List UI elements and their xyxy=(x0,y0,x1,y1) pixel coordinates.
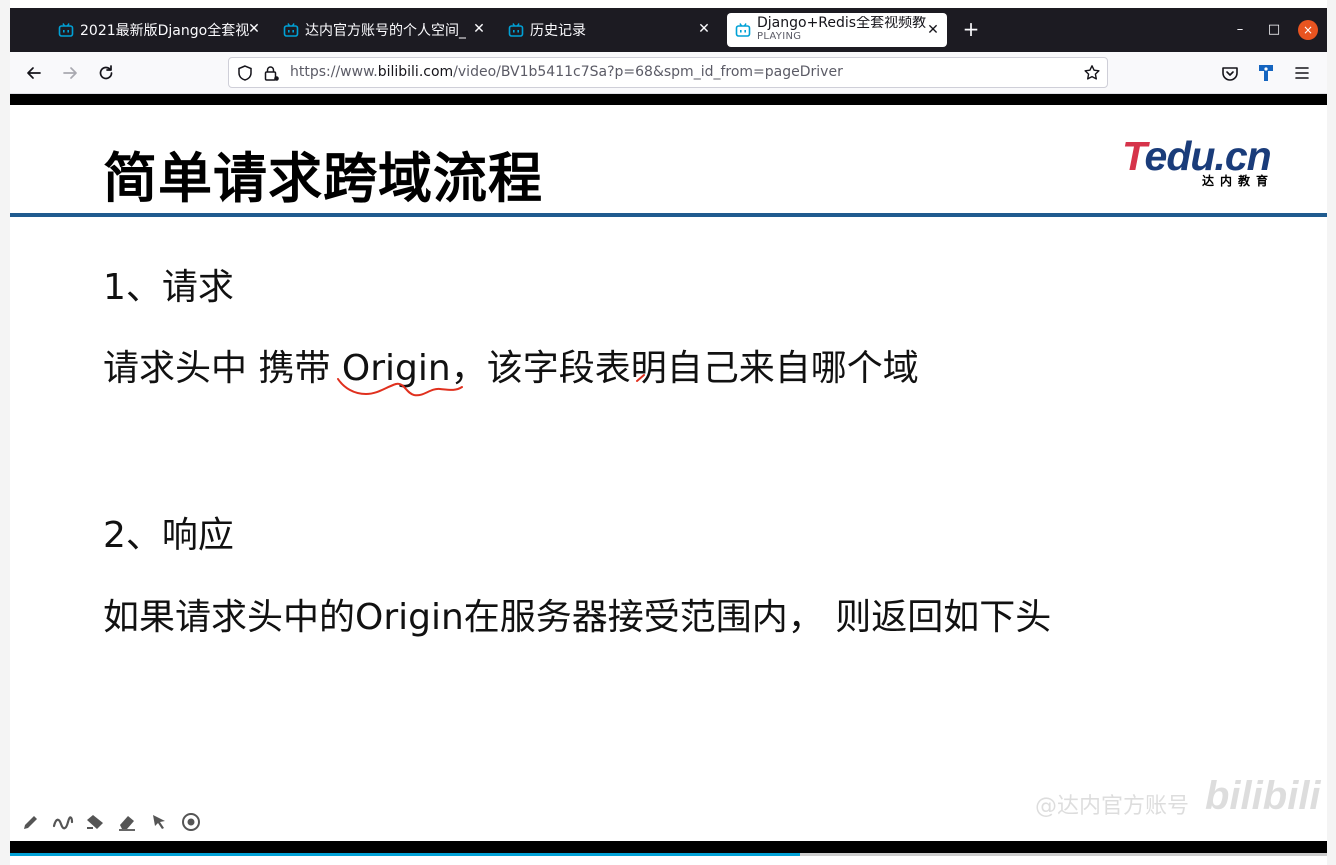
slide-title: 简单请求跨域流程 xyxy=(103,147,543,210)
desktop-edge-left xyxy=(0,0,10,865)
bilibili-watermark: @达内官方账号 bilibili xyxy=(1035,774,1321,824)
eraser-icon[interactable] xyxy=(116,811,138,833)
slide-line-request-heading: 1、请求 xyxy=(103,267,234,308)
extension-icon[interactable] xyxy=(1255,62,1277,84)
letterbox-top xyxy=(10,94,1327,105)
slide-line-origin-header: 请求头中 携带 Origin，该字段表明自己来自哪个域 xyxy=(103,348,919,389)
tab-title: 达内官方账号的个人空间_ xyxy=(305,23,466,39)
pointer-icon[interactable] xyxy=(148,811,170,833)
close-tab-icon[interactable]: ✕ xyxy=(696,21,712,37)
lock-icon[interactable] xyxy=(262,64,280,82)
tab-title: 历史记录 xyxy=(530,23,586,39)
tab-tedu-space[interactable]: 达内官方账号的个人空间_ ✕ xyxy=(283,8,493,52)
tab-django-course[interactable]: 2021最新版Django全套视 ✕ xyxy=(58,8,268,52)
shield-icon[interactable] xyxy=(236,64,254,82)
close-tab-icon[interactable]: ✕ xyxy=(246,21,262,37)
record-icon[interactable] xyxy=(180,811,202,833)
forward-arrow-icon[interactable] xyxy=(59,62,81,84)
bilibili-tab-icon xyxy=(58,23,74,37)
url-prefix: https://www. xyxy=(290,64,378,80)
url-host: bilibili.com xyxy=(377,64,454,80)
close-tab-icon[interactable]: ✕ xyxy=(925,22,941,38)
tab-title: 2021最新版Django全套视 xyxy=(80,23,250,39)
menu-icon[interactable] xyxy=(1291,62,1313,84)
progress-fill xyxy=(10,853,801,856)
back-arrow-icon[interactable] xyxy=(23,62,45,84)
tab-history[interactable]: 历史记录 ✕ xyxy=(508,8,718,52)
address-bar[interactable]: https://www.bilibili.com/video/BV1b5411c… xyxy=(228,57,1108,88)
slide-line-response-heading: 2、响应 xyxy=(103,515,234,556)
video-player[interactable]: 简单请求跨域流程 Tedu.cn 达内教育 1、请求 请求头中 携带 Origi… xyxy=(10,94,1327,865)
screen: 2021最新版Django全套视 ✕ 达内官方账号的个人空间_ ✕ 历史记录 ✕… xyxy=(0,0,1336,865)
watermark-logo: bilibili xyxy=(1205,774,1321,818)
close-window-button[interactable]: × xyxy=(1298,20,1318,40)
progress-bar[interactable] xyxy=(10,853,1327,856)
navigation-toolbar: https://www.bilibili.com/video/BV1b5411c… xyxy=(10,52,1327,94)
new-tab-button[interactable]: + xyxy=(960,18,982,40)
close-tab-icon[interactable]: ✕ xyxy=(471,21,487,37)
url-text[interactable]: https://www.bilibili.com/video/BV1b5411c… xyxy=(290,64,843,80)
slide-line-response-rule: 如果请求头中的Origin在服务器接受范围内， 则返回如下头 xyxy=(103,597,1052,638)
bilibili-tab-icon xyxy=(283,23,299,37)
highlighter-icon[interactable] xyxy=(84,811,106,833)
reload-icon[interactable] xyxy=(95,62,117,84)
tab-strip: 2021最新版Django全套视 ✕ 达内官方账号的个人空间_ ✕ 历史记录 ✕… xyxy=(10,8,1327,52)
logo-subtitle: 达内教育 xyxy=(1202,174,1275,188)
pen-icon[interactable] xyxy=(20,811,42,833)
bookmark-star-icon[interactable] xyxy=(1083,64,1101,82)
watermark-text: @达内官方账号 xyxy=(1035,794,1190,819)
maximize-button[interactable]: □ xyxy=(1264,20,1284,40)
pocket-icon[interactable] xyxy=(1219,62,1241,84)
desktop-edge-right xyxy=(1327,0,1336,865)
tedu-logo: Tedu.cn 达内教育 xyxy=(1122,134,1282,190)
bilibili-tab-icon xyxy=(508,23,524,37)
curve-icon[interactable] xyxy=(52,811,74,833)
tab-playing-label: PLAYING xyxy=(757,31,802,42)
title-divider xyxy=(10,213,1327,217)
minimize-button[interactable]: – xyxy=(1230,20,1250,40)
tab-title: Django+Redis全套视频教 xyxy=(757,16,927,30)
bilibili-tab-icon xyxy=(735,23,751,37)
tab-django-redis-active[interactable]: Django+Redis全套视频教 PLAYING ✕ xyxy=(727,13,947,47)
annotation-toolbar xyxy=(20,810,202,834)
url-path: /video/BV1b5411c7Sa?p=68&spm_id_from=pag… xyxy=(453,64,843,80)
